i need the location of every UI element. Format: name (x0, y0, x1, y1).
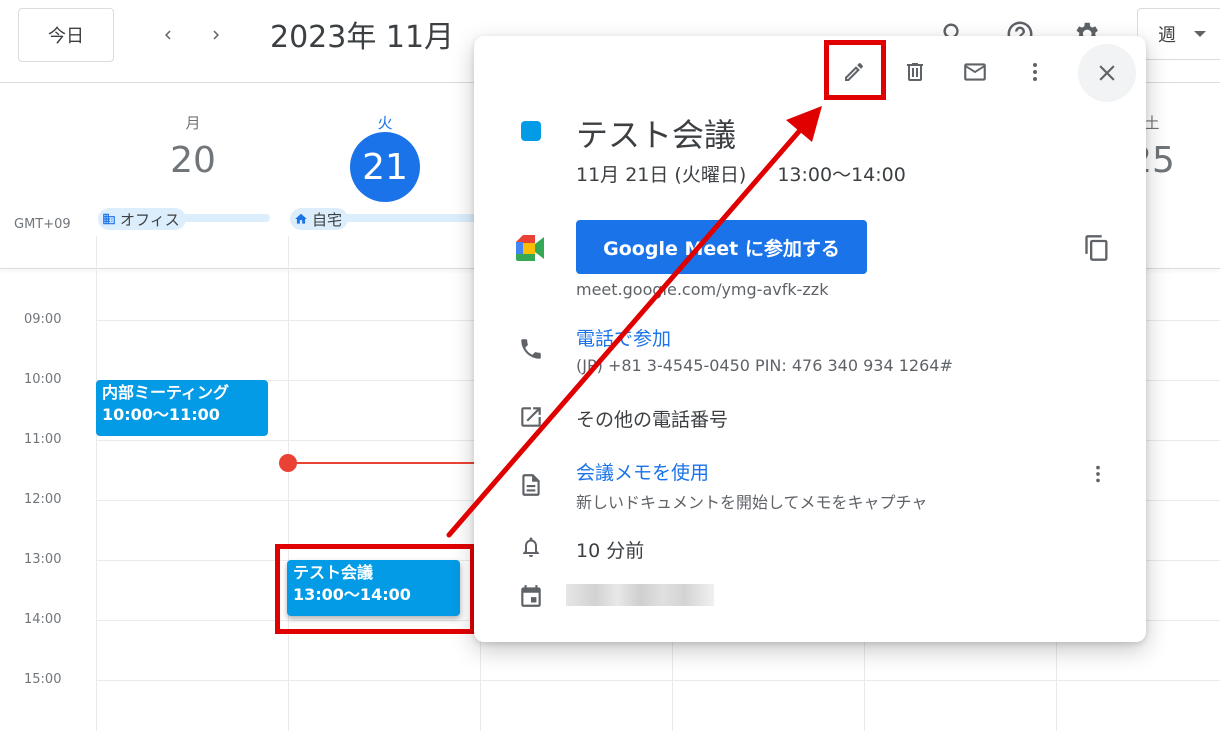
notes-more-button[interactable] (1078, 454, 1118, 494)
annotation-highlight-edit (824, 40, 886, 100)
copy-icon (1085, 235, 1108, 261)
day-number-today[interactable]: 21 (350, 132, 420, 202)
day-name-mon: 月 (185, 114, 201, 132)
google-meet-icon (516, 233, 546, 263)
chevron-left-icon (165, 30, 171, 40)
meeting-notes-description: 新しいドキュメントを開始してメモをキャプチャ (576, 493, 928, 512)
next-week-button[interactable] (201, 18, 231, 52)
timezone-label: GMT+09 (14, 217, 71, 232)
building-icon (102, 212, 116, 226)
time-label: 09:00 (24, 312, 62, 327)
meet-url: meet.google.com/ymg-avfk-zzk (576, 280, 829, 299)
event-details-popup: テスト会議 11月 21日 (火曜日) ・ 13:00〜14:00 Google… (474, 36, 1146, 642)
time-label: 12:00 (24, 492, 62, 507)
hour-line (96, 680, 1220, 681)
mail-icon (964, 63, 986, 81)
event-internal-meeting[interactable]: 内部ミーティング 10:00〜11:00 (96, 380, 268, 436)
more-vert-icon (1096, 465, 1100, 483)
open-external-icon (516, 402, 546, 432)
home-icon (294, 212, 308, 226)
more-options-button[interactable] (1015, 52, 1055, 92)
phone-icon (516, 334, 546, 364)
document-icon (516, 470, 546, 500)
use-meeting-notes-link[interactable]: 会議メモを使用 (576, 458, 709, 485)
current-time-line (288, 462, 480, 464)
event-datetime: 11月 21日 (火曜日) ・ 13:00〜14:00 (576, 164, 906, 186)
time-label: 14:00 (24, 612, 62, 627)
copy-link-button[interactable] (1077, 228, 1117, 268)
view-selector-label: 週 (1158, 25, 1176, 46)
time-label: 11:00 (24, 432, 62, 447)
caret-down-icon (1194, 31, 1206, 37)
calendar-owner-redacted (566, 584, 714, 606)
close-icon (1099, 65, 1115, 81)
trash-icon (907, 63, 923, 81)
month-title: 2023年 11月 (270, 20, 455, 55)
event-title: 内部ミーティング (102, 383, 230, 402)
event-time: 10:00〜11:00 (102, 405, 220, 424)
calendar-icon (516, 581, 546, 611)
today-button[interactable]: 今日 (18, 8, 114, 62)
day-column-divider (288, 236, 289, 731)
event-title: テスト会議 (576, 116, 737, 154)
event-color-indicator (521, 121, 541, 141)
day-name-tue: 火 (377, 114, 393, 132)
other-phone-numbers-link[interactable]: その他の電話番号 (576, 405, 728, 432)
chevron-right-icon (213, 30, 219, 40)
bell-icon (516, 532, 546, 562)
time-label: 15:00 (24, 672, 62, 687)
join-google-meet-button[interactable]: Google Meet に参加する (576, 220, 867, 274)
view-selector[interactable]: 週 (1137, 8, 1220, 60)
location-chip-home[interactable]: 自宅 (290, 208, 349, 230)
location-label-home: 自宅 (312, 210, 343, 229)
delete-event-button[interactable] (895, 52, 935, 92)
day-number-mon[interactable]: 20 (97, 140, 289, 181)
join-by-phone-link[interactable]: 電話で参加 (576, 324, 671, 351)
phone-number: (JP) +81 3-4545-0450 PIN: 476 340 934 12… (576, 356, 953, 375)
close-popup-button[interactable] (1078, 44, 1136, 102)
location-label-office: オフィス (120, 210, 180, 229)
reminder-text: 10 分前 (576, 540, 645, 562)
current-time-dot (279, 454, 297, 472)
day-column-divider (96, 236, 97, 731)
more-vert-icon (1033, 63, 1037, 81)
previous-week-button[interactable] (153, 18, 183, 52)
time-label: 10:00 (24, 372, 62, 387)
time-label: 13:00 (24, 552, 62, 567)
email-guests-button[interactable] (955, 52, 995, 92)
annotation-highlight-event (275, 544, 475, 634)
location-chip-office[interactable]: オフィス (98, 208, 186, 230)
